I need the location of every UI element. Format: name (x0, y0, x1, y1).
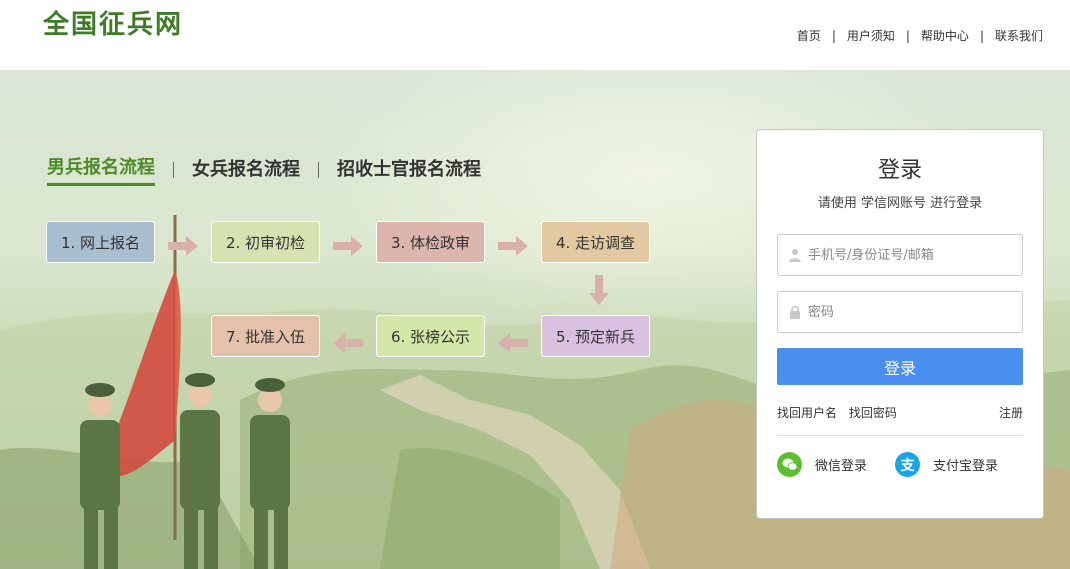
arrow-right-icon (498, 236, 528, 256)
step-online-registration: 1. 网上报名 (46, 221, 155, 263)
wechat-icon (777, 452, 802, 477)
nav-separator: | (979, 28, 984, 43)
wechat-login-label: 微信登录 (815, 459, 868, 474)
divider (777, 435, 1023, 436)
arrow-right-icon (168, 236, 198, 256)
nav-separator: | (905, 28, 910, 43)
find-username-link[interactable]: 找回用户名 (777, 406, 837, 420)
tab-male-enlistment[interactable]: 男兵报名流程 (47, 153, 155, 186)
login-subtitle: 请使用 学信网账号 进行登录 (817, 196, 983, 211)
tab-separator (173, 161, 174, 178)
arrow-right-icon (333, 236, 363, 256)
login-button[interactable]: 登录 (777, 348, 1023, 385)
step-reserve-recruit: 5. 预定新兵 (541, 315, 650, 357)
alipay-login-button[interactable]: 支 支付宝登录 (895, 452, 998, 477)
find-password-link[interactable]: 找回密码 (849, 406, 897, 420)
arrow-left-icon (498, 333, 528, 353)
alipay-login-label: 支付宝登录 (933, 459, 999, 474)
tab-separator (318, 161, 319, 178)
tab-female-enlistment[interactable]: 女兵报名流程 (192, 155, 300, 185)
password-input[interactable] (808, 292, 1013, 332)
username-field[interactable] (777, 234, 1023, 276)
username-input[interactable] (808, 235, 1013, 275)
lock-icon (790, 305, 800, 319)
user-icon (789, 249, 801, 262)
wechat-login-button[interactable]: 微信登录 (777, 452, 867, 477)
step-approve-enlistment: 7. 批准入伍 (211, 315, 320, 357)
register-link[interactable]: 注册 (999, 404, 1023, 421)
step-physical-political-review: 3. 体检政审 (376, 221, 485, 263)
site-logo[interactable]: 全国征兵网 (43, 4, 183, 41)
account-links: 找回用户名 找回密码 注册 (777, 404, 1023, 421)
alipay-icon: 支 (895, 452, 920, 477)
nav-contact-us[interactable]: 联系我们 (995, 27, 1043, 44)
nav-home[interactable]: 首页 (797, 27, 821, 44)
header: 全国征兵网 首页 | 用户须知 | 帮助中心 | 联系我们 (0, 0, 1070, 70)
process-tabs: 男兵报名流程 女兵报名流程 招收士官报名流程 (47, 153, 481, 186)
honor-guard-image (80, 215, 290, 569)
login-panel: 登录 请使用 学信网账号 进行登录 登录 找回用户名 找回密码 注册 微信登录 … (756, 129, 1044, 519)
step-preliminary-check: 2. 初审初检 (211, 221, 320, 263)
step-home-visit: 4. 走访调查 (541, 221, 650, 263)
login-title: 登录 (877, 158, 922, 183)
top-nav: 首页 | 用户须知 | 帮助中心 | 联系我们 (797, 27, 1043, 44)
nav-user-notice[interactable]: 用户须知 (847, 27, 895, 44)
arrow-down-icon (589, 275, 609, 305)
arrow-left-icon (333, 333, 363, 353)
hero-banner: 男兵报名流程 女兵报名流程 招收士官报名流程 1. 网上报名 2. 初审初检 3… (0, 70, 1070, 569)
nav-help-center[interactable]: 帮助中心 (921, 27, 969, 44)
tab-nco-enlistment[interactable]: 招收士官报名流程 (337, 155, 481, 185)
step-public-notice: 6. 张榜公示 (376, 315, 485, 357)
nav-separator: | (831, 28, 836, 43)
password-field[interactable] (777, 291, 1023, 333)
